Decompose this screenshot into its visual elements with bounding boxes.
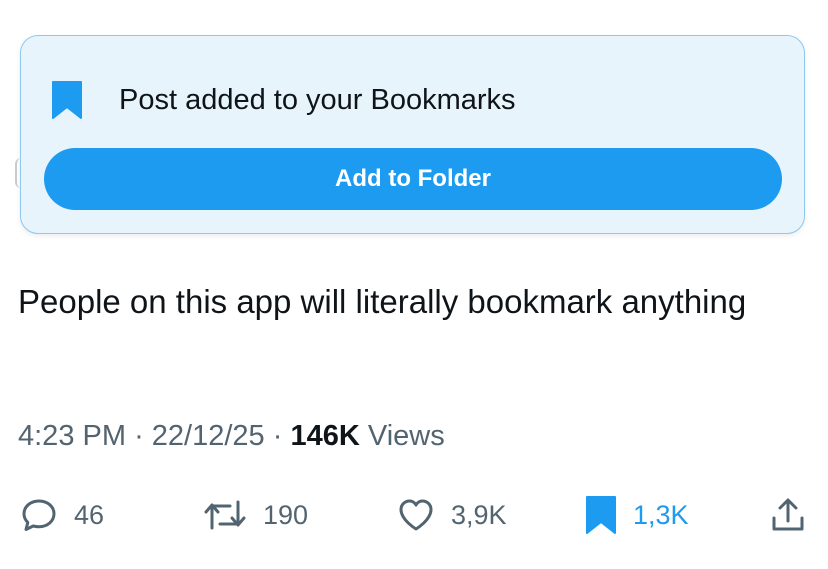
reply-icon <box>22 499 56 531</box>
reply-button[interactable]: 46 <box>20 490 104 540</box>
post-date[interactable]: 22/12/25 <box>152 420 265 452</box>
reply-count: 46 <box>74 499 105 530</box>
post-detail-page: Post added to your Bookmarks Add to Fold… <box>0 0 828 569</box>
views-label: Views <box>367 420 445 452</box>
repost-count: 190 <box>263 499 309 530</box>
toast-message-row: Post added to your Bookmarks <box>51 80 516 120</box>
like-button[interactable]: 3,9K <box>397 490 507 540</box>
like-count: 3,9K <box>451 499 507 530</box>
heart-icon <box>399 499 433 531</box>
action-bar: 46 190 3,9K 1,3K <box>0 490 828 540</box>
bookmark-filled-icon <box>52 81 82 119</box>
add-to-folder-button[interactable]: Add to Folder <box>44 148 782 210</box>
post-meta: 4:23 PM · 22/12/25 · 146K Views <box>18 420 445 453</box>
bookmark-button[interactable]: 1,3K <box>585 490 689 540</box>
share-icon <box>772 498 804 531</box>
meta-separator: · <box>272 420 283 452</box>
repost-button[interactable]: 190 <box>203 490 308 540</box>
bookmark-toast: Post added to your Bookmarks Add to Fold… <box>20 35 805 234</box>
post-time[interactable]: 4:23 PM <box>18 420 126 452</box>
bookmark-count: 1,3K <box>633 499 689 530</box>
share-button[interactable] <box>770 490 806 540</box>
post-text: People on this app will literally bookma… <box>18 283 747 320</box>
toast-message: Post added to your Bookmarks <box>119 83 516 116</box>
views-count: 146K <box>290 420 360 452</box>
meta-separator: · <box>134 420 144 452</box>
repost-icon <box>204 500 246 530</box>
bookmark-filled-icon <box>586 496 616 534</box>
